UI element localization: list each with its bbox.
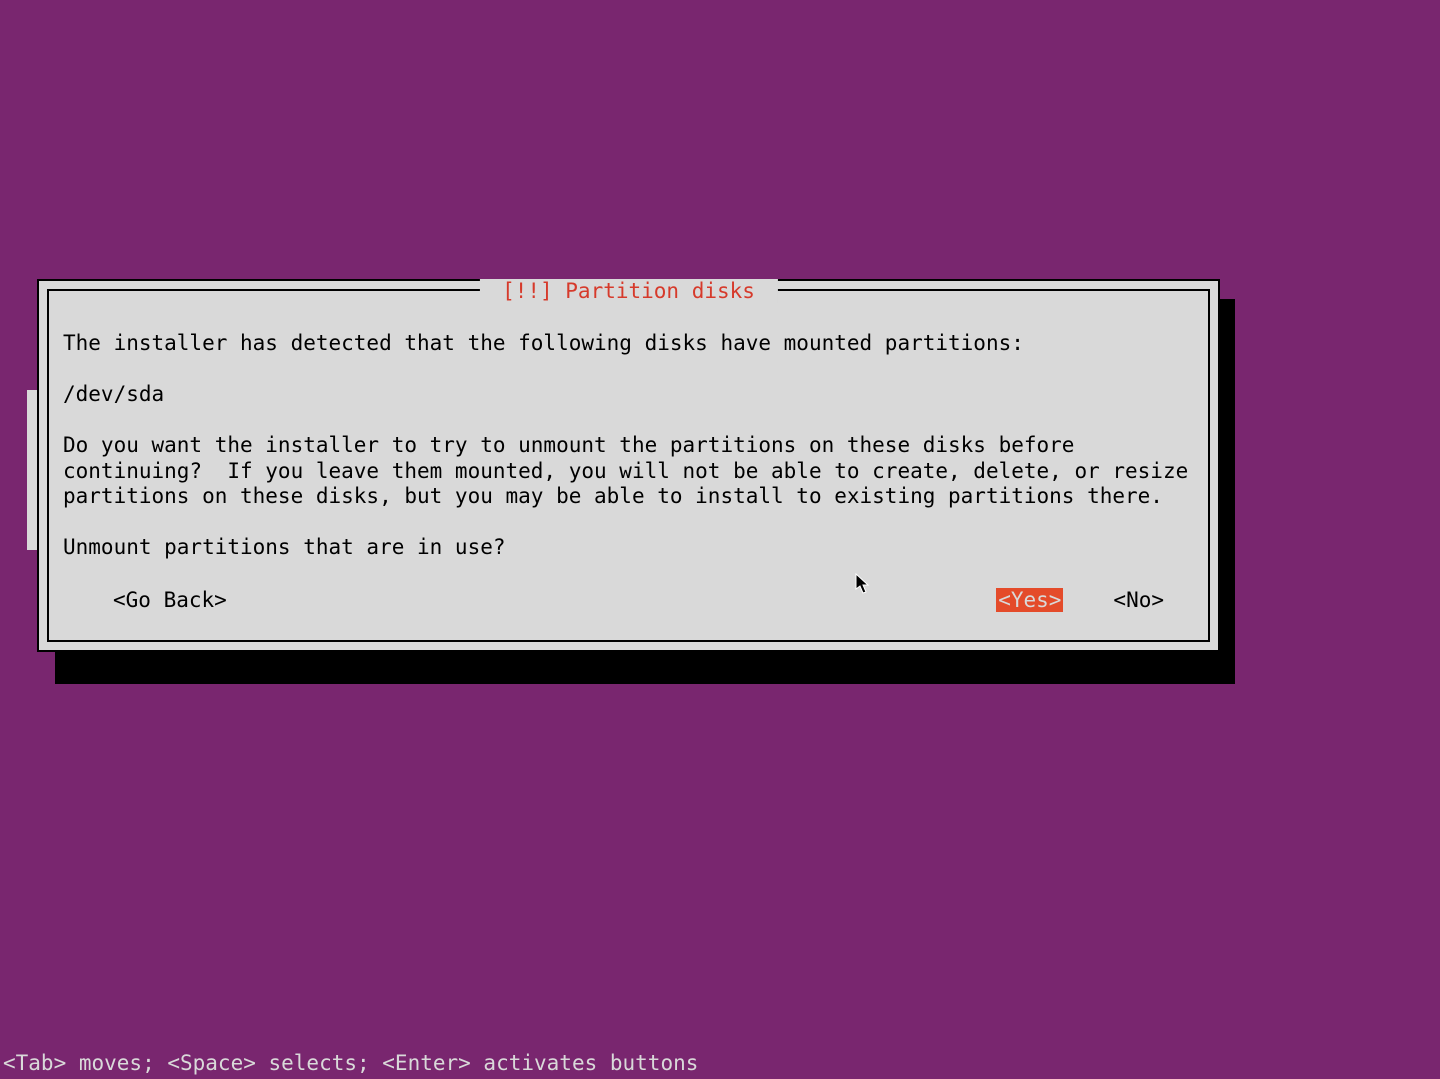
partition-dialog: [!!] Partition disks The installer has d… <box>37 279 1220 652</box>
dialog-title: [!!] Partition disks <box>479 279 777 303</box>
status-bar: <Tab> moves; <Space> selects; <Enter> ac… <box>3 1051 698 1075</box>
dialog-question-text: Do you want the installer to try to unmo… <box>63 433 1194 510</box>
dialog-content: The installer has detected that the foll… <box>63 331 1194 561</box>
no-button[interactable]: <No> <box>1113 588 1164 612</box>
yes-button[interactable]: <Yes> <box>996 588 1063 612</box>
dialog-prompt-text: Unmount partitions that are in use? <box>63 535 1194 561</box>
dialog-intro-text: The installer has detected that the foll… <box>63 331 1194 357</box>
go-back-button[interactable]: <Go Back> <box>63 588 227 612</box>
dialog-device-text: /dev/sda <box>63 382 1194 408</box>
dialog-buttons-row: <Go Back> <Yes> <No> <box>63 588 1194 612</box>
right-button-group: <Yes> <No> <box>996 588 1194 612</box>
